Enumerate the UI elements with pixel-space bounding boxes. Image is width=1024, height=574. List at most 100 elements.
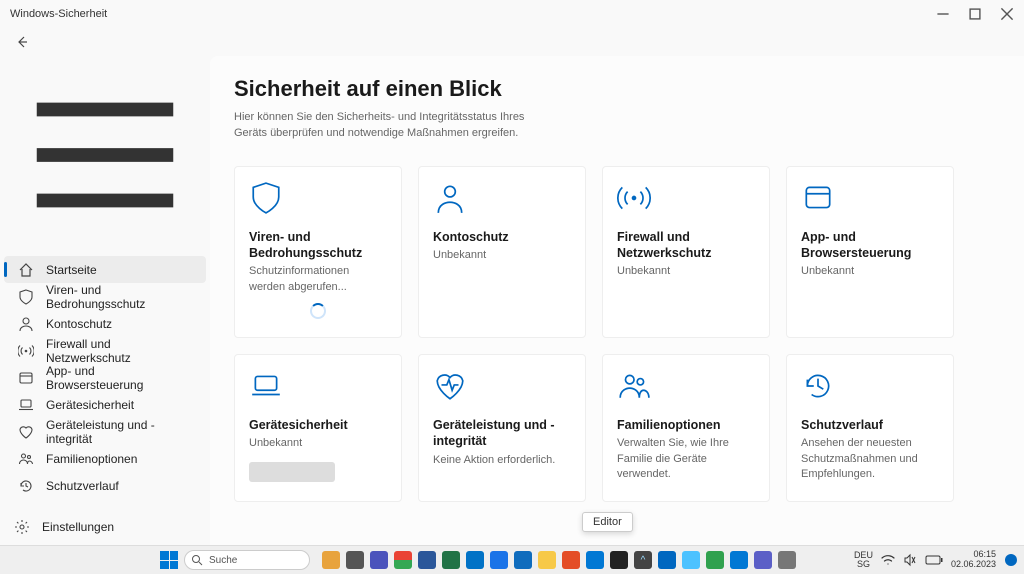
card-action-placeholder[interactable]	[249, 462, 335, 482]
taskbar-app-icon[interactable]	[706, 551, 724, 569]
sidebar-item-virus[interactable]: Viren- und Bedrohungsschutz	[4, 283, 206, 310]
taskbar-app-icon[interactable]: ^	[634, 551, 652, 569]
close-button[interactable]	[1000, 7, 1014, 21]
sidebar-item-label: Kontoschutz	[46, 317, 112, 331]
card-grid: Viren- und Bedrohungsschutz Schutzinform…	[234, 166, 1000, 502]
card-family[interactable]: Familienoptionen Verwalten Sie, wie Ihre…	[602, 354, 770, 501]
sidebar-item-history[interactable]: Schutzverlauf	[4, 472, 206, 499]
sidebar: Startseite Viren- und Bedrohungsschutz K…	[0, 56, 210, 545]
back-button[interactable]	[14, 34, 30, 50]
app-window-icon	[801, 181, 835, 215]
start-button[interactable]	[160, 551, 178, 569]
taskbar-app-icon[interactable]	[490, 551, 508, 569]
taskbar-app-icon[interactable]	[586, 551, 604, 569]
card-title: Gerätesicherheit	[249, 417, 387, 433]
home-icon	[18, 262, 34, 278]
card-subtitle: Verwalten Sie, wie Ihre Familie die Gerä…	[617, 436, 755, 482]
taskbar-app-icon[interactable]	[442, 551, 460, 569]
card-subtitle: Ansehen der neuesten Schutzmaßnahmen und…	[801, 436, 939, 482]
nav: Startseite Viren- und Bedrohungsschutz K…	[0, 256, 210, 499]
card-health[interactable]: Geräteleistung und -integrität Keine Akt…	[418, 354, 586, 501]
person-icon	[433, 181, 467, 215]
card-appbrowser[interactable]: App- und Browsersteuerung Unbekannt	[786, 166, 954, 338]
taskbar-apps: ^	[322, 551, 796, 569]
main-content: Sicherheit auf einen Blick Hier können S…	[210, 56, 1024, 545]
search-icon	[191, 554, 203, 566]
sidebar-item-appbrowser[interactable]: App- und Browsersteuerung	[4, 364, 206, 391]
laptop-icon	[249, 369, 283, 403]
taskbar-app-icon[interactable]	[538, 551, 556, 569]
history-icon	[801, 369, 835, 403]
maximize-button[interactable]	[968, 7, 982, 21]
history-icon	[18, 478, 34, 494]
card-title: App- und Browsersteuerung	[801, 229, 939, 262]
battery-icon[interactable]	[925, 554, 943, 566]
card-subtitle: Schutzinformationen werden abgerufen...	[249, 264, 387, 295]
notification-icon[interactable]	[1004, 553, 1018, 567]
loading-spinner-icon	[310, 303, 326, 319]
broadcast-icon	[617, 181, 651, 215]
hamburger-button[interactable]	[0, 58, 210, 252]
sidebar-item-label: Startseite	[46, 263, 97, 277]
sidebar-item-home[interactable]: Startseite	[4, 256, 206, 283]
card-title: Kontoschutz	[433, 229, 571, 245]
taskbar-app-icon[interactable]	[466, 551, 484, 569]
back-bar	[0, 28, 1024, 56]
taskbar-app-icon[interactable]	[514, 551, 532, 569]
window-title: Windows-Sicherheit	[6, 8, 936, 20]
card-title: Schutzverlauf	[801, 417, 939, 433]
taskbar-app-icon[interactable]	[610, 551, 628, 569]
sidebar-item-family[interactable]: Familienoptionen	[4, 445, 206, 472]
heart-pulse-icon	[433, 369, 467, 403]
tray-clock[interactable]: 06:15 02.06.2023	[951, 550, 996, 570]
card-title: Geräteleistung und -integrität	[433, 417, 571, 450]
broadcast-icon	[18, 343, 34, 359]
taskbar-app-icon[interactable]	[418, 551, 436, 569]
taskbar-app-icon[interactable]	[658, 551, 676, 569]
sidebar-item-label: Firewall und Netzwerkschutz	[46, 337, 192, 365]
people-icon	[617, 369, 651, 403]
card-subtitle: Unbekannt	[617, 264, 755, 279]
taskbar-search-label: Suche	[209, 555, 237, 566]
taskbar: Suche ^ DEU SG	[0, 545, 1024, 574]
taskbar-app-icon[interactable]	[346, 551, 364, 569]
taskbar-app-icon[interactable]	[730, 551, 748, 569]
card-virus[interactable]: Viren- und Bedrohungsschutz Schutzinform…	[234, 166, 402, 338]
sidebar-item-health[interactable]: Geräteleistung und -integrität	[4, 418, 206, 445]
page-subtitle: Hier können Sie den Sicherheits- und Int…	[234, 110, 554, 142]
card-history[interactable]: Schutzverlauf Ansehen der neuesten Schut…	[786, 354, 954, 501]
taskbar-app-icon[interactable]	[394, 551, 412, 569]
sidebar-item-label: Gerätesicherheit	[46, 398, 134, 412]
taskbar-app-icon[interactable]	[370, 551, 388, 569]
heart-pulse-icon	[18, 424, 34, 440]
sidebar-item-label: Viren- und Bedrohungsschutz	[46, 283, 192, 311]
system-tray: DEU SG 06:15 02.06.2023	[854, 550, 1018, 570]
card-device[interactable]: Gerätesicherheit Unbekannt	[234, 354, 402, 501]
sidebar-item-firewall[interactable]: Firewall und Netzwerkschutz	[4, 337, 206, 364]
tooltip: Editor	[582, 512, 633, 532]
card-title: Firewall und Netzwerkschutz	[617, 229, 755, 262]
page-title: Sicherheit auf einen Blick	[234, 76, 1000, 102]
taskbar-app-icon[interactable]	[754, 551, 772, 569]
app-window-icon	[18, 370, 34, 386]
sidebar-item-account[interactable]: Kontoschutz	[4, 310, 206, 337]
tray-language[interactable]: DEU SG	[854, 551, 873, 569]
wifi-icon[interactable]	[881, 553, 895, 567]
volume-icon[interactable]	[903, 553, 917, 567]
card-firewall[interactable]: Firewall und Netzwerkschutz Unbekannt	[602, 166, 770, 338]
people-icon	[18, 451, 34, 467]
card-account[interactable]: Kontoschutz Unbekannt	[418, 166, 586, 338]
gear-icon	[14, 519, 30, 535]
shield-icon	[18, 289, 34, 305]
taskbar-app-icon[interactable]	[322, 551, 340, 569]
taskbar-app-icon[interactable]	[778, 551, 796, 569]
taskbar-search[interactable]: Suche	[184, 550, 310, 570]
sidebar-item-device[interactable]: Gerätesicherheit	[4, 391, 206, 418]
sidebar-item-label: Schutzverlauf	[46, 479, 119, 493]
taskbar-app-icon[interactable]	[682, 551, 700, 569]
minimize-button[interactable]	[936, 7, 950, 21]
shield-icon	[249, 181, 283, 215]
taskbar-app-icon[interactable]	[562, 551, 580, 569]
sidebar-item-settings[interactable]: Einstellungen	[0, 509, 210, 545]
sidebar-item-label: Geräteleistung und -integrität	[46, 418, 192, 446]
